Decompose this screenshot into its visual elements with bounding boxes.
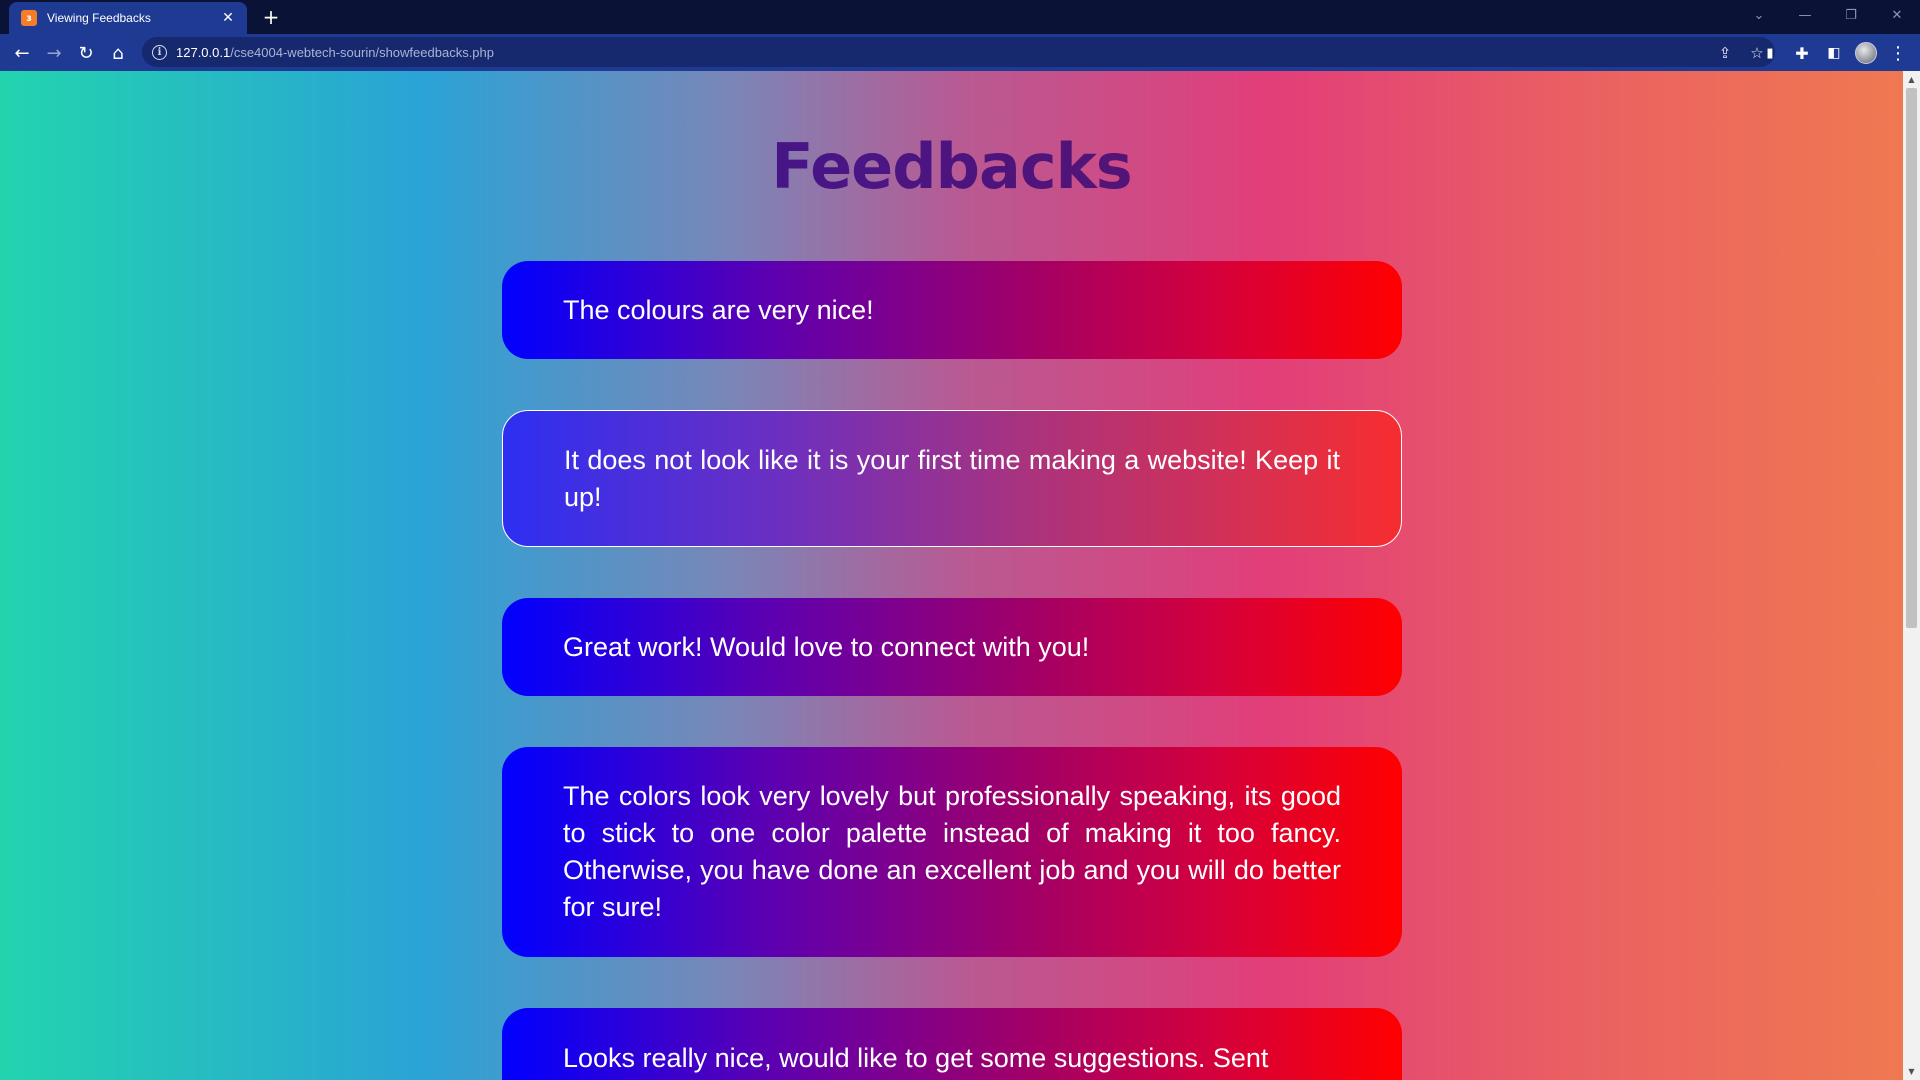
site-info-icon[interactable]: i <box>152 44 167 60</box>
extensions-puzzle-icon[interactable]: ✚ <box>1788 39 1816 67</box>
feedback-card: It does not look like it is your first t… <box>502 410 1402 547</box>
browser-titlebar: ɜ Viewing Feedbacks ✕ + ⌄ — ❐ ✕ <box>0 0 1920 34</box>
xampp-icon: ɜ <box>21 10 37 26</box>
close-window-button[interactable]: ✕ <box>1874 2 1920 28</box>
close-tab-icon[interactable]: ✕ <box>219 9 237 27</box>
side-panel-icon[interactable]: ◧ <box>1820 39 1848 67</box>
tab-search-icon[interactable]: ⌄ <box>1736 2 1782 28</box>
feedback-text: Looks really nice, would like to get som… <box>563 1043 1269 1073</box>
feedback-card: Great work! Would love to connect with y… <box>502 598 1402 696</box>
tab-title: Viewing Feedbacks <box>47 11 151 25</box>
minimize-button[interactable]: — <box>1782 2 1828 28</box>
reload-button[interactable]: ↻ <box>72 39 100 67</box>
feedback-text: Great work! Would love to connect with y… <box>563 631 1090 662</box>
back-button[interactable]: ← <box>8 39 36 67</box>
new-tab-button[interactable]: + <box>259 5 283 29</box>
home-button[interactable]: ⌂ <box>104 39 132 67</box>
feedback-card: The colours are very nice! <box>502 261 1402 359</box>
feedback-card: The colors look very lovely but professi… <box>502 747 1402 957</box>
feedback-card: Looks really nice, would like to get som… <box>502 1008 1402 1080</box>
menu-kebab-icon[interactable]: ⋮ <box>1884 39 1912 67</box>
feedback-text: It does not look like it is your first t… <box>564 444 1340 512</box>
browser-toolbar: ← → ↻ ⌂ i 127.0.0.1/cse4004-webtech-sour… <box>0 34 1920 71</box>
url-text[interactable]: 127.0.0.1/cse4004-webtech-sourin/showfee… <box>176 45 494 60</box>
feedback-text: The colours are very nice! <box>563 294 874 325</box>
address-bar[interactable]: i 127.0.0.1/cse4004-webtech-sourin/showf… <box>142 37 1775 67</box>
restore-button[interactable]: ❐ <box>1828 2 1874 28</box>
page-viewport: Feedbacks The colours are very nice! It … <box>0 71 1920 1080</box>
extension-icon[interactable]: ▮ <box>1756 39 1784 67</box>
scroll-thumb[interactable] <box>1906 88 1917 628</box>
browser-tab[interactable]: ɜ Viewing Feedbacks ✕ <box>9 2 247 34</box>
page-title: Feedbacks <box>0 130 1903 203</box>
profile-avatar[interactable] <box>1855 42 1877 64</box>
vertical-scrollbar[interactable]: ▲ ▼ <box>1903 71 1920 1080</box>
forward-button[interactable]: → <box>40 39 68 67</box>
scroll-down-arrow-icon[interactable]: ▼ <box>1903 1063 1920 1080</box>
scroll-up-arrow-icon[interactable]: ▲ <box>1903 71 1920 88</box>
feedback-text: The colors look very lovely but professi… <box>563 781 1341 922</box>
share-icon[interactable]: ⇪ <box>1713 41 1737 65</box>
